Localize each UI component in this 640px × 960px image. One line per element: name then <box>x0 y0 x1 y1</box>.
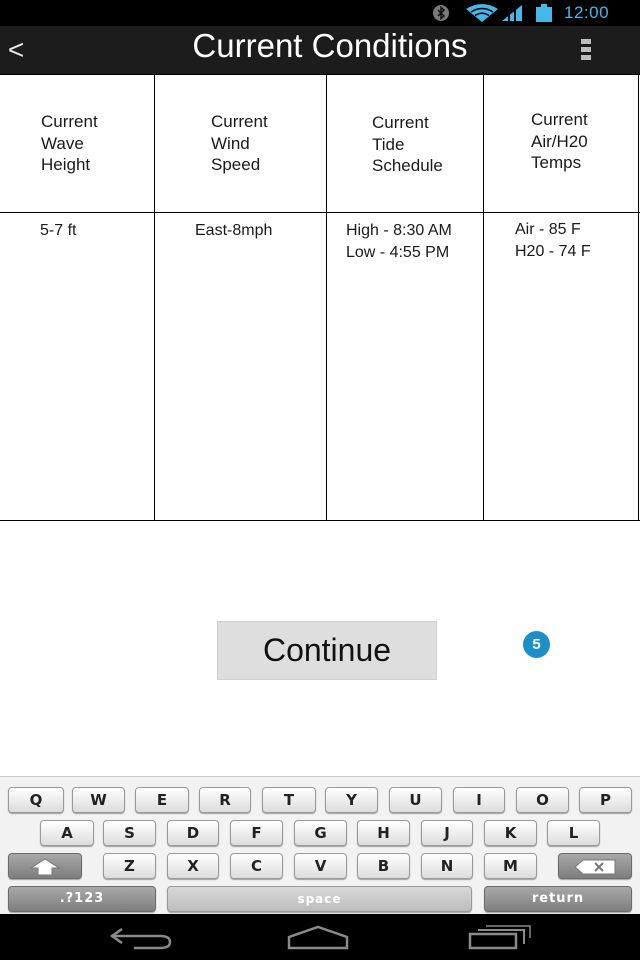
key-c[interactable]: C <box>230 853 283 879</box>
navigation-bar <box>0 914 640 960</box>
header-air-water-temps: Current Air/H20 Temps <box>531 109 588 174</box>
backspace-key[interactable] <box>558 853 632 879</box>
action-bar: < Current Conditions <box>0 26 640 74</box>
soft-keyboard: Q W E R T Y U I O P A S D F G H J K L Z … <box>0 776 640 914</box>
column-divider <box>326 75 327 521</box>
header-line: Height <box>41 155 91 174</box>
header-line: Current <box>41 112 98 131</box>
value-wind-speed: East-8mph <box>195 220 272 242</box>
key-r[interactable]: R <box>199 787 251 813</box>
continue-button[interactable]: Continue <box>217 621 437 680</box>
value-line: High - 8:30 AM <box>346 222 452 239</box>
header-line: Wind <box>211 133 250 153</box>
value-air-water-temps: Air - 85 F H20 - 74 F <box>515 219 591 263</box>
row-divider <box>0 212 640 213</box>
value-wave-height: 5-7 ft <box>40 220 76 242</box>
header-wave-height: Current Wave Height <box>41 111 98 176</box>
value-tide-schedule: High - 8:30 AM Low - 4:55 PM <box>346 220 452 264</box>
key-u[interactable]: U <box>389 787 442 813</box>
key-z[interactable]: Z <box>103 853 156 879</box>
key-t[interactable]: T <box>262 787 316 813</box>
recent-apps-icon[interactable] <box>466 924 532 950</box>
back-icon[interactable] <box>108 924 174 950</box>
key-w[interactable]: W <box>72 787 125 813</box>
back-chevron-icon[interactable]: < <box>6 34 26 66</box>
key-x[interactable]: X <box>167 853 219 879</box>
symbols-key[interactable]: .?123 <box>8 886 156 912</box>
value-line: Air - 85 F <box>515 221 581 238</box>
key-s[interactable]: S <box>103 820 156 846</box>
header-line: Current <box>531 110 588 129</box>
key-i[interactable]: I <box>453 787 505 813</box>
home-icon[interactable] <box>285 924 351 950</box>
value-line: H20 - 74 F <box>515 243 591 260</box>
header-line: Air/H20 <box>531 131 588 151</box>
step-badge: 5 <box>523 631 550 658</box>
bluetooth-icon <box>433 5 449 21</box>
key-h[interactable]: H <box>357 820 410 846</box>
key-f[interactable]: F <box>230 820 283 846</box>
signal-icon <box>502 5 522 22</box>
header-line: Speed <box>211 155 261 174</box>
wifi-icon <box>466 4 498 22</box>
column-divider <box>154 75 155 521</box>
header-line: Wave <box>41 133 84 153</box>
return-key[interactable]: return <box>484 886 632 912</box>
key-o[interactable]: O <box>516 787 569 813</box>
key-n[interactable]: N <box>421 853 473 879</box>
value-line: 5-7 ft <box>40 222 77 239</box>
overflow-menu-icon[interactable] <box>578 38 594 62</box>
header-line: Schedule <box>372 156 443 175</box>
shift-key[interactable] <box>8 853 82 879</box>
header-wind-speed: Current Wind Speed <box>211 111 268 176</box>
key-k[interactable]: K <box>484 820 537 846</box>
backspace-icon <box>574 859 616 875</box>
key-b[interactable]: B <box>357 853 410 879</box>
header-line: Current <box>372 113 429 132</box>
header-tide-schedule: Current Tide Schedule <box>372 112 443 177</box>
key-y[interactable]: Y <box>325 787 378 813</box>
key-a[interactable]: A <box>40 820 94 846</box>
column-divider <box>638 75 639 521</box>
header-line: Temps <box>531 153 582 172</box>
key-p[interactable]: P <box>579 787 632 813</box>
space-key[interactable]: space <box>167 886 472 912</box>
value-line: Low - 4:55 PM <box>346 244 450 261</box>
key-g[interactable]: G <box>294 820 347 846</box>
conditions-table: Current Wave Height Current Wind Speed C… <box>0 74 640 521</box>
key-e[interactable]: E <box>135 787 189 813</box>
key-j[interactable]: J <box>421 820 473 846</box>
battery-icon <box>536 4 552 22</box>
key-l[interactable]: L <box>547 820 600 846</box>
status-clock: 12:00 <box>564 3 610 22</box>
value-line: East-8mph <box>195 222 273 239</box>
key-d[interactable]: D <box>167 820 219 846</box>
header-line: Current <box>211 112 268 131</box>
shift-icon <box>29 858 61 876</box>
column-divider <box>483 75 484 521</box>
header-line: Tide <box>372 134 405 154</box>
key-q[interactable]: Q <box>8 787 64 813</box>
key-v[interactable]: V <box>294 853 347 879</box>
key-m[interactable]: M <box>484 853 537 879</box>
status-bar: 12:00 <box>0 0 640 26</box>
page-title: Current Conditions <box>192 27 468 64</box>
